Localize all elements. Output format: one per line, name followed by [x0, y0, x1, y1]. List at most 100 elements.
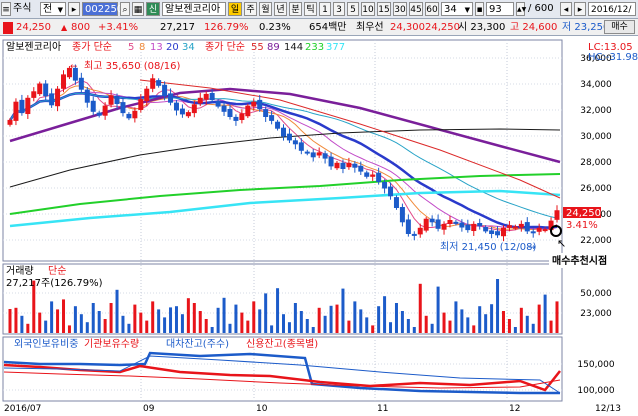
ma-legend-label-2: 종가 단순 [205, 41, 245, 53]
volume-bar [14, 307, 18, 333]
volume-bar [127, 323, 131, 333]
candle-body [168, 93, 174, 103]
candle-body [197, 97, 203, 104]
search-icon[interactable]: ⌕ [120, 2, 130, 16]
volume-bar [305, 319, 309, 333]
count-stepper[interactable]: ▲▼ [516, 2, 526, 16]
candle-body [304, 151, 310, 154]
volume-bar [246, 320, 250, 333]
chart-toggle-icon[interactable]: ▪ [475, 2, 484, 16]
volume-tick-label: 50,000 [580, 289, 612, 299]
menu-icon[interactable]: ≡ [1, 2, 11, 16]
candle-body [500, 227, 506, 237]
low-annotation: 최저 21,450 (12/08) [440, 241, 536, 253]
volume-bar [163, 317, 167, 333]
buy-button[interactable]: 매수 [604, 20, 635, 34]
signal-label: 매수추천시점 [552, 254, 607, 267]
period-month-button[interactable]: 월 [259, 2, 272, 16]
market-label: 주식 [13, 3, 32, 14]
volume-bar [406, 319, 410, 333]
volume-bar [442, 312, 446, 333]
left-arrow-icon: ← [70, 62, 78, 72]
candle-body [227, 108, 233, 118]
period-week-button[interactable]: 주 [244, 2, 257, 16]
volume-bar [424, 315, 428, 333]
candle-body [364, 172, 370, 177]
volume-bar [210, 327, 214, 333]
high-annotation: 최고 35,650 (08/16) [84, 60, 180, 72]
min-custom-dropdown[interactable]: 34 ▼ [441, 2, 473, 16]
list-icon[interactable]: ▦ [132, 2, 144, 16]
period-day-button[interactable]: 일 [228, 2, 242, 16]
candle-body [495, 231, 501, 236]
high-price: 고 24,600 [510, 22, 558, 33]
volume-bar [8, 309, 12, 333]
status-icon [3, 22, 13, 34]
min-10-button[interactable]: 10 [361, 2, 375, 16]
prev-icon[interactable]: ◂ [560, 2, 572, 16]
candle-body [316, 152, 322, 156]
volume-bar [341, 288, 345, 333]
candle-body [156, 80, 162, 86]
min-30-button[interactable]: 30 [393, 2, 407, 16]
code-search-icon[interactable]: ▸ [68, 2, 80, 16]
candle-body [108, 95, 114, 105]
volume-bar [501, 311, 505, 333]
ma34-legend: 34 [182, 42, 195, 53]
volume-bar [282, 314, 285, 333]
candle-body [132, 110, 138, 119]
candle-body [441, 223, 447, 230]
date-field[interactable]: 2016/12/ [588, 2, 636, 16]
date-tick-label: 09 [143, 404, 155, 414]
volume-bar [490, 304, 494, 333]
volume-bar [97, 311, 101, 333]
candle-body [84, 89, 90, 103]
candle-body [393, 197, 399, 208]
candle-body [162, 84, 168, 97]
market-dropdown[interactable]: 전 ▼ [40, 2, 66, 16]
volume-bar [496, 279, 500, 333]
min-15-button[interactable]: 15 [377, 2, 391, 16]
date-tick-label: 12 [509, 404, 520, 414]
min-45-button[interactable]: 45 [409, 2, 423, 16]
period-minute-button[interactable]: 분 [289, 2, 302, 16]
type-badge: 신 [146, 2, 160, 16]
next-icon[interactable]: ▸ [574, 2, 586, 16]
count-input[interactable]: 93 [486, 2, 514, 16]
price-tick-label: 28,000 [580, 158, 612, 168]
volume-bar [180, 314, 184, 333]
volume-bar [436, 286, 440, 333]
volume-bar [38, 312, 42, 333]
candle-body [114, 96, 120, 105]
price-panel [2, 39, 563, 262]
last-price-tag-text: 24,250 [566, 208, 601, 219]
candle-body [298, 142, 304, 151]
candle-body [423, 218, 429, 231]
stock-name-field[interactable]: 알보젠코리아 [162, 2, 226, 16]
min-60-button[interactable]: 60 [425, 2, 439, 16]
volume-bar [359, 309, 363, 333]
volume-bar [299, 311, 303, 333]
stock-code-input[interactable]: 002250 [82, 2, 123, 16]
candle-body [542, 229, 548, 232]
turnover-rate: 0.23% [259, 22, 291, 33]
volume-bar [412, 327, 416, 333]
min-1-button[interactable]: 1 [319, 2, 331, 16]
candle-body [120, 102, 126, 114]
candle-body [435, 219, 441, 229]
candle-body [185, 112, 191, 117]
period-year-button[interactable]: 년 [274, 2, 287, 16]
volume-bar [335, 304, 339, 333]
price-change-pct: +3.41% [98, 22, 139, 33]
candle-body [31, 91, 37, 98]
period-tick-button[interactable]: 틱 [304, 2, 317, 16]
trade-amount: 654백만 [309, 22, 347, 33]
open-price: 시 23,300 [458, 22, 506, 33]
volume-bar [91, 303, 95, 333]
volume-bar [73, 306, 77, 333]
ma13-legend: 13 [150, 42, 163, 53]
volume-bar [383, 296, 387, 333]
min-3-button[interactable]: 3 [333, 2, 345, 16]
volume-bar [365, 317, 369, 333]
min-5-button[interactable]: 5 [347, 2, 359, 16]
